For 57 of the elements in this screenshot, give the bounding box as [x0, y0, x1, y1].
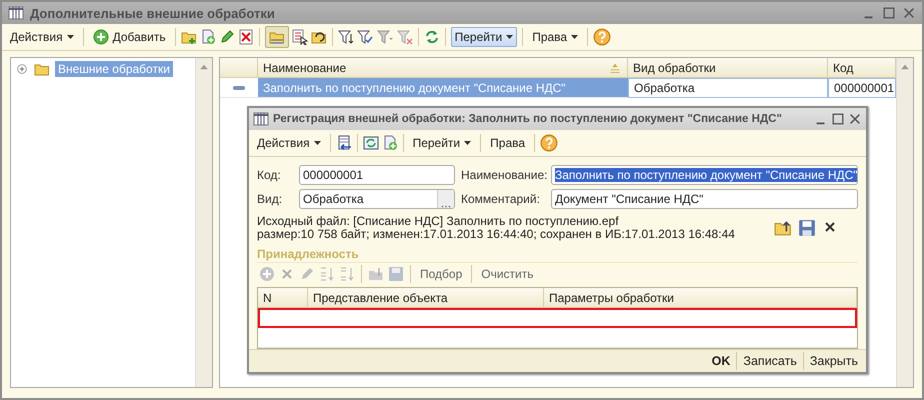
field-label: Код: — [257, 168, 282, 182]
input-field[interactable]: Документ "Списание НДС" — [551, 189, 858, 209]
file-info-text: размер:10 758 байт; изменен:17.01.2013 16:44:40; сохранен в ИБ:17.01.2013 16:48:44 — [257, 228, 736, 241]
ellipsis-icon — [441, 205, 451, 208]
caret-icon — [314, 141, 321, 145]
dialog-title: Регистрация внешней обработки: Заполнить по поступлению документ "Списание НДС" — [273, 113, 783, 125]
column-header[interactable]: Наименование — [263, 60, 346, 74]
field-label: Комментарий: — [461, 192, 541, 206]
refresh-icon[interactable] — [362, 135, 379, 151]
plus-icon — [92, 29, 109, 45]
file-info-text: Исходный файл: [Списание НДС] Заполнить по поступлению.epf — [257, 215, 620, 228]
field-label: Наименование: — [461, 168, 545, 182]
caret-icon — [571, 35, 578, 39]
caret-icon — [464, 141, 472, 145]
filter-check-icon[interactable] — [356, 29, 373, 45]
document-plus-icon[interactable] — [200, 29, 216, 45]
delete-icon[interactable] — [238, 29, 254, 45]
group-label: Принадлежность — [257, 247, 858, 263]
folder-upload-icon[interactable] — [774, 219, 792, 237]
maximize-icon[interactable] — [882, 6, 896, 20]
close-icon[interactable] — [848, 112, 862, 126]
table-cell[interactable]: Обработка — [628, 78, 828, 98]
row-marker-icon — [233, 86, 245, 90]
rights-menu[interactable]: Права — [528, 27, 582, 47]
window-title: Дополнительные внешние обработки — [30, 6, 276, 20]
table-icon — [8, 5, 24, 21]
goto-menu[interactable]: Перейти — [408, 133, 476, 153]
filter-clear-icon[interactable] — [396, 29, 413, 45]
help-icon[interactable] — [540, 134, 558, 152]
input-field[interactable]: 000000001 — [299, 165, 455, 185]
maximize-icon[interactable] — [831, 112, 845, 126]
dialog-button[interactable]: Записать — [736, 352, 803, 370]
save-icon[interactable] — [798, 219, 816, 237]
actions-menu[interactable]: Действия — [6, 27, 78, 47]
refresh-icon[interactable] — [424, 29, 440, 45]
input-field[interactable]: Заполнить по поступлению документ "Списание НДС" — [551, 165, 858, 185]
table-icon — [253, 111, 269, 127]
filter-icon[interactable] — [338, 29, 354, 45]
field-label: Вид: — [257, 192, 284, 206]
rights-button[interactable]: Права — [486, 133, 530, 153]
pencil-icon[interactable] — [218, 29, 235, 45]
goto-menu[interactable]: Перейти — [450, 27, 518, 47]
input-field[interactable]: Обработка — [299, 189, 455, 209]
table-row[interactable] — [258, 308, 857, 328]
dialog-button[interactable]: Закрыть — [802, 352, 864, 370]
caret-icon — [66, 35, 74, 39]
caret-icon — [506, 35, 514, 39]
list-cursor-icon[interactable] — [292, 29, 308, 45]
help-icon[interactable] — [593, 28, 612, 46]
dialog-button[interactable]: OK — [706, 352, 736, 370]
expand-icon[interactable] — [15, 62, 29, 76]
hierarchy-view-button[interactable] — [264, 26, 289, 48]
add-button[interactable]: Добавить — [88, 26, 170, 48]
document-plus-icon[interactable] — [382, 135, 398, 151]
column-header[interactable]: N — [263, 290, 272, 304]
actions-menu[interactable]: Действия — [253, 133, 325, 153]
table-cell[interactable]: 000000001 — [828, 78, 896, 98]
